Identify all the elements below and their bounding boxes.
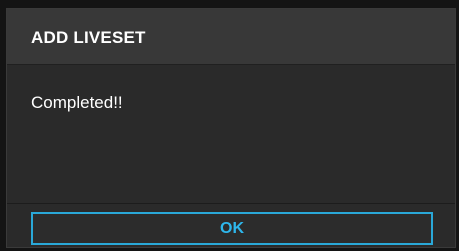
dialog-body: Completed!! <box>7 65 455 203</box>
dialog-header: ADD LIVESET <box>7 9 455 65</box>
completion-message: Completed!! <box>31 93 123 112</box>
dialog-title: ADD LIVESET <box>31 28 146 47</box>
dialog-footer: OK <box>7 203 455 247</box>
ok-button[interactable]: OK <box>31 212 433 245</box>
add-liveset-dialog: ADD LIVESET Completed!! OK <box>6 8 456 248</box>
